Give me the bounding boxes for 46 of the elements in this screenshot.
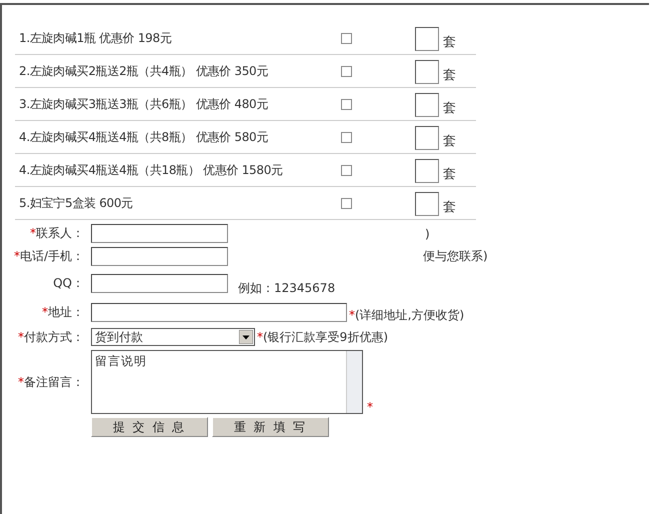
product-label: 4.左旋肉碱买4瓶送4瓶（共18瓶） 优惠价 1580元 [18, 162, 284, 178]
quantity-field[interactable] [415, 60, 439, 84]
form-button[interactable]: 提 交 信 息 [91, 417, 208, 437]
field-label: *付款方式： [17, 328, 85, 346]
field-hint: *(银行汇款享受9折优惠) [257, 328, 388, 346]
field-hint: * [367, 400, 373, 414]
product-label: 1.左旋肉碱1瓶 优惠价 198元 [18, 30, 173, 46]
field-label: *电话/手机： [12, 248, 85, 265]
field-hint: *(详细地址,方便收货) [349, 307, 464, 324]
product-label: 3.左旋肉碱买3瓶送3瓶（共6瓶） 优惠价 480元 [18, 96, 270, 112]
unit-label: 套 [443, 133, 456, 150]
form-button[interactable]: 重 新 填 写 [212, 417, 329, 437]
input-field[interactable] [91, 247, 228, 266]
product-label: 4.左旋肉碱买4瓶送4瓶（共8瓶） 优惠价 580元 [18, 128, 270, 146]
input-field[interactable] [91, 224, 228, 243]
checkbox[interactable] [341, 164, 352, 176]
input-field[interactable] [91, 303, 347, 322]
unit-label: 套 [443, 199, 456, 216]
field-label: *备注留言： [17, 374, 85, 390]
unit-label: 套 [443, 166, 456, 183]
field-label: *地址： [41, 304, 85, 321]
quantity-field[interactable] [415, 93, 439, 117]
quantity-field[interactable] [415, 126, 439, 150]
input-field[interactable] [91, 274, 228, 293]
dropdown-arrow-icon [239, 330, 253, 344]
checkbox[interactable] [341, 66, 352, 76]
payment-dropdown[interactable]: 货到付款 [91, 328, 255, 346]
checkbox[interactable] [341, 98, 352, 110]
product-label: 2.左旋肉碱买2瓶送2瓶（共4瓶） 优惠价 350元 [18, 62, 270, 80]
unit-label: 套 [443, 34, 456, 51]
field-label: QQ： [52, 275, 85, 292]
quantity-field[interactable] [415, 27, 439, 51]
unit-label: 套 [443, 100, 456, 117]
field-hint: 例如：12345678 [238, 280, 336, 297]
scrollbar[interactable] [346, 351, 362, 413]
unit-label: 套 [443, 67, 456, 84]
checkbox[interactable] [341, 198, 352, 208]
product-label: 5.妇宝宁5盒装 600元 [18, 194, 134, 212]
quantity-field[interactable] [415, 192, 439, 216]
field-hint: ) [425, 226, 430, 240]
field-label: *联系人： [29, 225, 85, 242]
field-hint: 便与您联系) [423, 248, 488, 265]
checkbox[interactable] [341, 32, 352, 44]
quantity-field[interactable] [415, 159, 439, 183]
checkbox[interactable] [341, 132, 352, 142]
message-textarea[interactable]: 留言说明 [91, 350, 363, 414]
